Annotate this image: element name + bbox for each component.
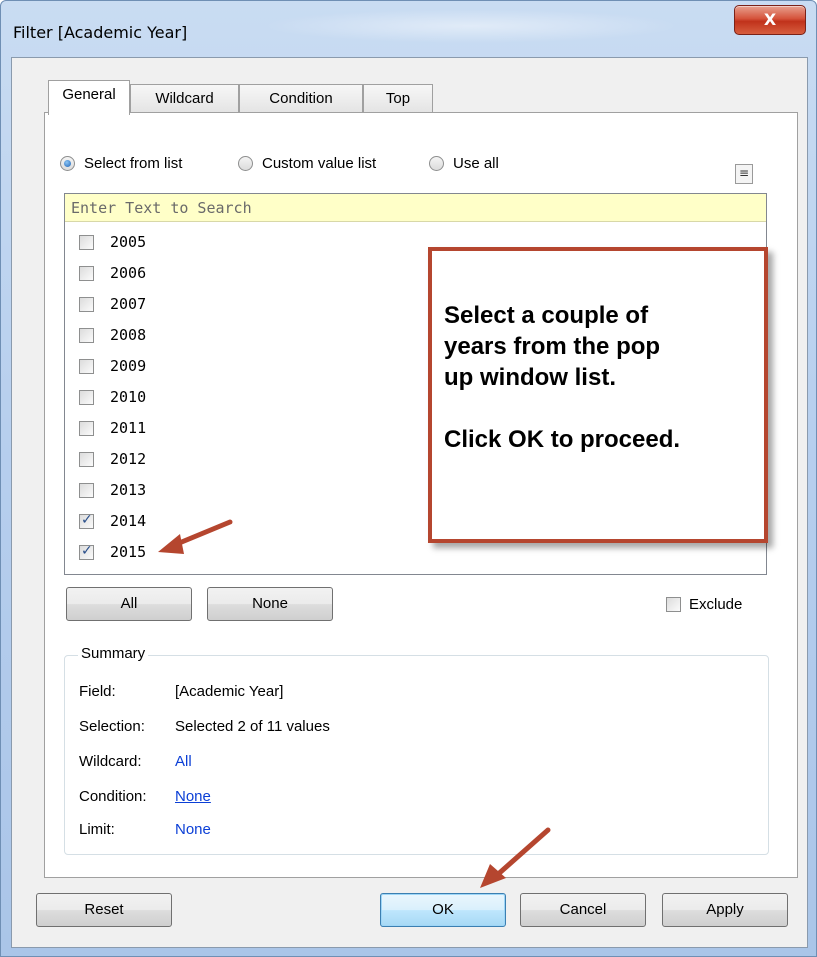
checkbox[interactable] (79, 420, 94, 436)
exclude-option[interactable]: Exclude (666, 596, 742, 613)
tab-condition[interactable]: Condition (239, 84, 363, 114)
title-bar[interactable]: Filter [Academic Year] X (1, 1, 816, 57)
list-item-label: 2006 (110, 264, 147, 282)
radio-use-all[interactable]: Use all (429, 155, 499, 172)
checkbox[interactable] (79, 265, 94, 281)
list-item-label: 2005 (110, 233, 147, 251)
list-item[interactable]: 2007 (79, 292, 146, 316)
summary-key: Selection: (79, 718, 145, 735)
checkbox[interactable] (79, 482, 94, 498)
radio-button[interactable] (238, 156, 253, 171)
cancel-button[interactable]: Cancel (520, 893, 646, 927)
radio-button[interactable] (60, 156, 75, 171)
all-button-label: All (120, 595, 138, 612)
tab-wildcard[interactable]: Wildcard (130, 84, 239, 114)
none-button[interactable]: None (207, 587, 333, 621)
ok-button-label: OK (432, 901, 454, 918)
list-item-label: 2015 (110, 543, 147, 561)
wildcard-link[interactable]: All (175, 753, 192, 770)
reset-button-label: Reset (84, 901, 124, 918)
apply-button-label: Apply (706, 901, 744, 918)
radio-custom-value-list[interactable]: Custom value list (238, 155, 376, 172)
radio-button[interactable] (429, 156, 444, 171)
tab-top[interactable]: Top (363, 84, 433, 114)
summary-key: Limit: (79, 821, 115, 838)
summary-value: [Academic Year] (175, 683, 284, 700)
checkbox[interactable] (79, 389, 94, 405)
checkbox[interactable] (79, 234, 94, 250)
summary-key: Condition: (79, 788, 147, 805)
list-item-label: 2007 (110, 295, 147, 313)
list-item-label: 2014 (110, 512, 147, 530)
annotation-arrow-icon (480, 827, 551, 888)
condition-link[interactable]: None (175, 788, 211, 805)
list-item-label: 2009 (110, 357, 147, 375)
ok-button[interactable]: OK (380, 893, 506, 927)
checkbox-checked[interactable] (79, 512, 94, 529)
radio-label: Select from list (84, 155, 183, 172)
none-button-label: None (252, 595, 288, 612)
list-item[interactable]: 2006 (79, 261, 146, 285)
limit-link[interactable]: None (175, 821, 211, 838)
window-title: Filter [Academic Year] (13, 23, 188, 42)
radio-select-from-list[interactable]: Select from list (60, 155, 182, 172)
tab-wildcard-label: Wildcard (155, 90, 214, 107)
list-item[interactable]: 2011 (79, 416, 146, 440)
list-item[interactable]: 2012 (79, 447, 146, 471)
exclude-checkbox[interactable] (666, 597, 681, 612)
summary-key: Wildcard: (79, 753, 142, 770)
close-icon: X (763, 10, 777, 29)
summary-value: Selected 2 of 11 values (175, 718, 330, 735)
cancel-button-label: Cancel (559, 901, 607, 918)
tab-top-label: Top (385, 90, 411, 107)
list-item[interactable]: 2015 (79, 540, 146, 564)
list-item-label: 2008 (110, 326, 147, 344)
checkbox-checked[interactable] (79, 543, 94, 560)
checkbox[interactable] (79, 296, 94, 312)
annotation-arrow-icon (158, 519, 233, 554)
checkbox[interactable] (79, 327, 94, 343)
callout-text: Select a couple of years from the pop up… (444, 302, 681, 453)
exclude-label: Exclude (689, 596, 743, 613)
title-bar-glass (261, 9, 681, 43)
close-button[interactable]: X (734, 5, 806, 35)
list-item[interactable]: 2009 (79, 354, 146, 378)
tab-general[interactable]: General (48, 80, 130, 115)
list-item-label: 2013 (110, 481, 147, 499)
checkbox[interactable] (79, 358, 94, 374)
summary-key: Field: (79, 683, 116, 700)
tab-condition-label: Condition (269, 90, 333, 107)
apply-button[interactable]: Apply (662, 893, 788, 927)
radio-label: Use all (453, 155, 499, 172)
radio-label: Custom value list (262, 155, 377, 172)
list-item-label: 2011 (110, 419, 147, 437)
list-item[interactable]: 2010 (79, 385, 146, 409)
list-item[interactable]: 2005 (79, 230, 146, 254)
list-item[interactable]: 2014 (79, 509, 146, 533)
all-button[interactable]: All (66, 587, 192, 621)
list-menu-icon[interactable]: ≡ (735, 164, 753, 184)
list-item-label: 2012 (110, 450, 147, 468)
reset-button[interactable]: Reset (36, 893, 172, 927)
list-item[interactable]: 2008 (79, 323, 146, 347)
list-item[interactable]: 2013 (79, 478, 146, 502)
instruction-callout: Select a couple of years from the pop up… (428, 247, 768, 543)
summary-legend: Summary (78, 645, 149, 662)
list-item-label: 2010 (110, 388, 147, 406)
tab-general-label: General (62, 86, 116, 103)
search-input[interactable] (65, 194, 766, 222)
checkbox[interactable] (79, 451, 94, 467)
